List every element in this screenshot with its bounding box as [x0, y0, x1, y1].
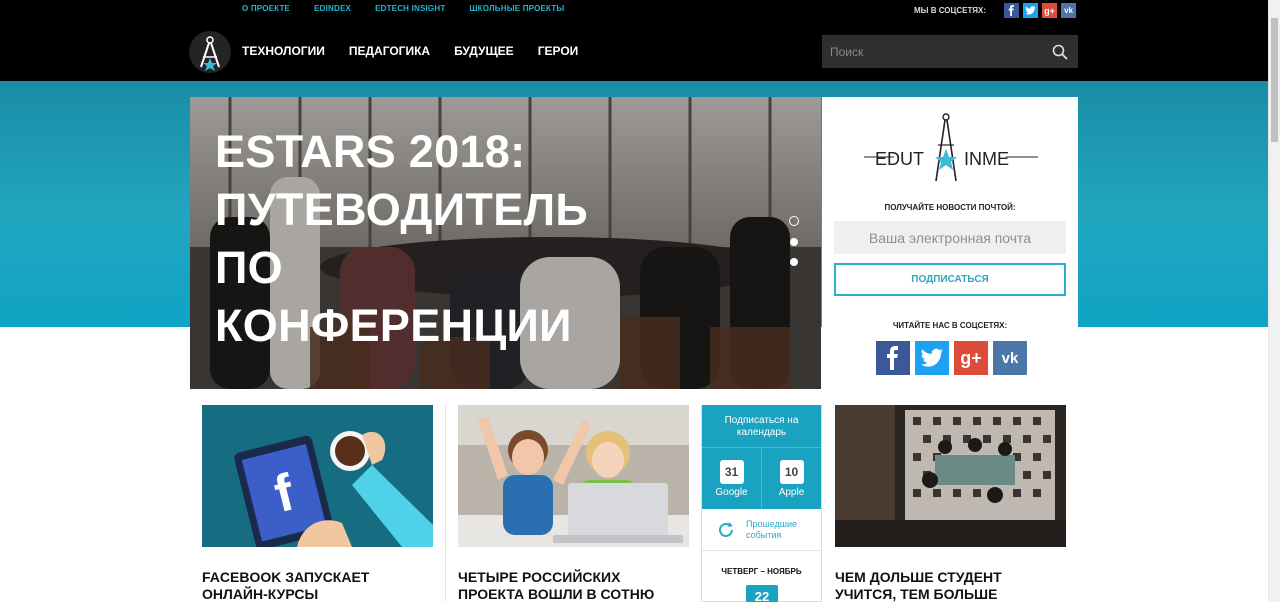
google-plus-icon[interactable]: g+: [1042, 3, 1058, 18]
hero-slider[interactable]: ESTARS 2018: ПУТЕВОДИТЕЛЬ ПО КОНФЕРЕНЦИИ: [190, 97, 821, 389]
apple-calendar-icon: 10: [779, 460, 804, 484]
vk-large-icon[interactable]: vk: [993, 341, 1027, 375]
apple-calendar-button[interactable]: 10 Apple: [761, 448, 821, 509]
top-link-edindex[interactable]: EDINDEX: [314, 4, 351, 13]
slider-dots: [789, 216, 799, 266]
article-card-2[interactable]: ЧЕТЫРЕ РОССИЙСКИХ ПРОЕКТА ВОШЛИ В СОТНЮ: [458, 405, 689, 602]
article-card-3[interactable]: ЧЕМ ДОЛЬШЕ СТУДЕНТ УЧИТСЯ, ТЕМ БОЛЬШЕ: [835, 405, 1066, 602]
twitter-icon[interactable]: [1023, 3, 1039, 18]
calendar-widget: Подписаться на календарь 31 Google 10 Ap…: [701, 405, 822, 602]
divider: [445, 405, 446, 602]
email-field[interactable]: [834, 221, 1066, 254]
social-label: МЫ В СОЦСЕТЯХ:: [914, 6, 987, 15]
brand-left: EDUT: [875, 149, 924, 169]
card-2-title[interactable]: ЧЕТЫРЕ РОССИЙСКИХ ПРОЕКТА ВОШЛИ В СОТНЮ: [458, 569, 689, 602]
google-plus-large-icon[interactable]: g+: [954, 341, 988, 375]
google-calendar-button[interactable]: 31 Google: [702, 448, 761, 509]
facebook-icon[interactable]: [1004, 3, 1020, 18]
card-3-image[interactable]: [835, 405, 1066, 547]
read-social-label: ЧИТАЙТЕ НАС В СОЦСЕТЯХ:: [892, 321, 1008, 330]
nav-heroes[interactable]: ГЕРОИ: [538, 44, 579, 58]
card-3-title[interactable]: ЧЕМ ДОЛЬШЕ СТУДЕНТ УЧИТСЯ, ТЕМ БОЛЬШЕ: [835, 569, 1066, 602]
apple-calendar-label: Apple: [778, 487, 805, 498]
panel-social: g+ vk: [876, 341, 1027, 375]
nav-technologies[interactable]: ТЕХНОЛОГИИ: [242, 44, 325, 58]
facebook-large-icon[interactable]: [876, 341, 910, 375]
vk-icon[interactable]: vk: [1061, 3, 1077, 18]
calendar-subscribe-head[interactable]: Подписаться на календарь: [702, 405, 821, 447]
calendar-options: 31 Google 10 Apple: [702, 447, 821, 509]
day-label: ЧЕТВЕРГ – НОЯБРЬ: [721, 567, 802, 576]
news-label: ПОЛУЧАЙТЕ НОВОСТИ ПОЧТОЙ:: [884, 203, 1016, 212]
search-box: [822, 35, 1078, 68]
nav-future[interactable]: БУДУЩЕЕ: [454, 44, 514, 58]
edutainme-logo[interactable]: EDUT INME: [864, 111, 1038, 183]
top-links: О ПРОЕКТЕ EDINDEX EDTECH INSIGHT ШКОЛЬНЫ…: [242, 4, 564, 13]
scrollbar-thumb[interactable]: [1271, 18, 1278, 142]
slider-dot-1[interactable]: [789, 216, 799, 226]
site-header: О ПРОЕКТЕ EDINDEX EDTECH INSIGHT ШКОЛЬНЫ…: [0, 0, 1268, 81]
card-1-image[interactable]: f: [202, 405, 433, 547]
search-icon[interactable]: [1052, 44, 1068, 60]
top-link-school-projects[interactable]: ШКОЛЬНЫЕ ПРОЕКТЫ: [469, 4, 564, 13]
past-events-label: Прошедшие события: [746, 518, 798, 540]
site-logo[interactable]: [189, 31, 231, 73]
search-input[interactable]: [822, 35, 1048, 68]
header-social: МЫ В СОЦСЕТЯХ: g+ vk: [914, 3, 1077, 18]
nav-pedagogy[interactable]: ПЕДАГОГИКА: [349, 44, 430, 58]
hero-title[interactable]: ESTARS 2018: ПУТЕВОДИТЕЛЬ ПО КОНФЕРЕНЦИИ: [215, 123, 645, 355]
twitter-large-icon[interactable]: [915, 341, 949, 375]
slider-dot-3[interactable]: [790, 258, 798, 266]
subscribe-panel: EDUT INME ПОЛУЧАЙТЕ НОВОСТИ ПОЧТОЙ: ПОДП…: [822, 97, 1078, 389]
page: О ПРОЕКТЕ EDINDEX EDTECH INSIGHT ШКОЛЬНЫ…: [0, 0, 1280, 602]
google-calendar-label: Google: [715, 487, 748, 498]
slider-dot-2[interactable]: [790, 238, 798, 246]
scrollbar[interactable]: [1268, 0, 1280, 602]
main-nav: ТЕХНОЛОГИИ ПЕДАГОГИКА БУДУЩЕЕ ГЕРОИ: [242, 44, 578, 58]
subscribe-button[interactable]: ПОДПИСАТЬСЯ: [834, 263, 1066, 296]
top-link-edtech-insight[interactable]: EDTECH INSIGHT: [375, 4, 445, 13]
day-number[interactable]: 22: [746, 585, 778, 602]
refresh-icon: [719, 521, 733, 537]
top-link-about[interactable]: О ПРОЕКТЕ: [242, 4, 290, 13]
google-calendar-icon: 31: [719, 460, 744, 484]
brand-right: INME: [964, 149, 1009, 169]
card-1-title[interactable]: FACEBOOK ЗАПУСКАЕТ ОНЛАЙН-КУРСЫ: [202, 569, 433, 602]
card-2-image[interactable]: [458, 405, 689, 547]
past-events-link[interactable]: Прошедшие события: [702, 509, 821, 551]
article-card-1[interactable]: f FACEBOOK ЗАПУСКАЕТ ОНЛАЙН-КУРСЫ: [202, 405, 433, 602]
